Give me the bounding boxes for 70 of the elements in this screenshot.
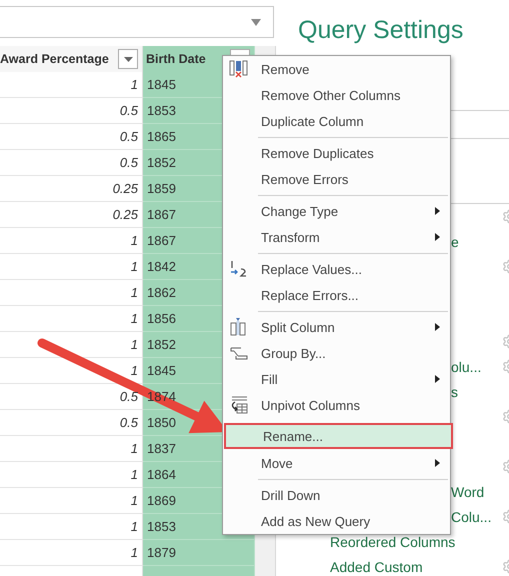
applied-step[interactable]: Colu... <box>451 508 492 524</box>
menu-item[interactable]: Duplicate Column <box>223 108 450 134</box>
menu-item[interactable]: Change Type <box>223 198 450 224</box>
table-cell: 1 <box>130 285 138 300</box>
table-cell: 1865 <box>147 129 176 144</box>
menu-item[interactable]: Replace Values... <box>223 256 450 282</box>
table-cell: 1859 <box>147 181 176 196</box>
replace-icon <box>229 260 249 278</box>
applied-step[interactable]: olu... <box>451 358 482 374</box>
table-cell: 1 <box>130 311 138 326</box>
menu-item[interactable]: Remove Errors <box>223 166 450 192</box>
menu-item[interactable]: Remove <box>223 56 450 82</box>
table-cell: 1879 <box>147 545 176 560</box>
table-cell: 1853 <box>147 519 176 534</box>
table-cell: 1 <box>130 519 138 534</box>
table-cell: 1 <box>130 441 138 456</box>
table-cell: 1 <box>130 259 138 274</box>
menu-item[interactable]: Remove Duplicates <box>223 140 450 166</box>
applied-step[interactable]: s <box>451 384 458 400</box>
table-cell: 1845 <box>147 77 176 92</box>
table-cell: 1 <box>130 77 138 92</box>
table-cell: 1856 <box>147 311 176 326</box>
menu-item[interactable]: Fill <box>223 366 450 392</box>
table-cell: 1862 <box>147 285 176 300</box>
menu-item[interactable]: Move <box>223 450 450 476</box>
remove-column-icon <box>229 60 249 78</box>
menu-item[interactable]: Replace Errors... <box>223 282 450 308</box>
table-cell: 1 <box>130 545 138 560</box>
menu-item[interactable]: Add as New Query <box>223 508 450 534</box>
table-cell: 1 <box>130 493 138 508</box>
table-cell: 1842 <box>147 259 176 274</box>
table-cell: 1869 <box>147 493 176 508</box>
formula-bar[interactable] <box>0 6 274 38</box>
unpivot-icon <box>229 396 249 414</box>
table-cell: 1867 <box>147 233 176 248</box>
table-cell: 1 <box>130 337 138 352</box>
dropdown-arrow-icon <box>124 56 132 62</box>
table-cell: 1845 <box>147 363 176 378</box>
menu-item[interactable]: Unpivot Columns <box>223 392 450 418</box>
column-header[interactable]: Birth Date <box>146 52 206 66</box>
table-cell: 1 <box>130 467 138 482</box>
table-cell: 1 <box>130 363 138 378</box>
table-cell: 0.5 <box>120 103 138 118</box>
applied-step[interactable]: Added Custom <box>330 558 423 574</box>
applied-step[interactable]: Reordered Columns <box>330 534 456 550</box>
table-cell: 1850 <box>147 415 176 430</box>
panel-title: Query Settings <box>298 16 464 46</box>
menu-item[interactable]: Drill Down <box>223 482 450 508</box>
menu-item[interactable]: Remove Other Columns <box>223 82 450 108</box>
table-cell: 0.25 <box>112 181 138 196</box>
dropdown-icon[interactable] <box>251 18 261 26</box>
table-cell: 1853 <box>147 103 176 118</box>
table-cell: 0.5 <box>120 129 138 144</box>
table-cell: 1 <box>130 233 138 248</box>
table-cell: 0.5 <box>120 155 138 170</box>
table-cell: 0.5 <box>120 389 138 404</box>
table-cell: 1852 <box>147 337 176 352</box>
applied-step[interactable]: e <box>451 234 459 250</box>
table-cell: 0.25 <box>112 207 138 222</box>
table-cell: 1852 <box>147 155 176 170</box>
menu-item[interactable]: Group By... <box>223 340 450 366</box>
table-cell: 0.5 <box>120 415 138 430</box>
menu-item[interactable]: Split Column <box>223 314 450 340</box>
menu-item[interactable]: Transform <box>223 224 450 250</box>
applied-step[interactable]: Word <box>451 484 484 500</box>
filter-button[interactable] <box>118 49 138 69</box>
table-cell: 1867 <box>147 207 176 222</box>
table-cell: 1837 <box>147 441 176 456</box>
table-cell: 1864 <box>147 467 176 482</box>
menu-item[interactable]: Rename... <box>224 423 453 449</box>
